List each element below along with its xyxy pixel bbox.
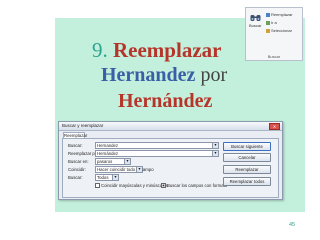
ribbon-find-group: Buscar Reemplazar Ir a Seleccionar Busca…: [245, 7, 303, 61]
chevron-down-icon[interactable]: ▼: [212, 143, 218, 148]
ribbon-goto-button[interactable]: Ir a: [266, 20, 277, 26]
replace-button[interactable]: Reemplazar: [223, 165, 271, 174]
arrow-right-icon: [266, 20, 270, 25]
find-next-button[interactable]: Buscar siguiente: [223, 142, 271, 151]
match-select[interactable]: Hacer coincidir todo el campo ▼: [95, 166, 154, 173]
ribbon-group-label: Buscar: [267, 54, 281, 59]
match-label: Coincidir:: [68, 167, 86, 172]
find-input[interactable]: Hernandez ▼: [95, 142, 219, 149]
page-number: 45: [289, 222, 296, 228]
dialog-titlebar[interactable]: Buscar y reemplazar ✕: [59, 122, 282, 131]
replace-all-button[interactable]: Reemplazar todos: [223, 177, 271, 186]
checkbox-box[interactable]: [161, 183, 166, 189]
replace-icon: [266, 12, 270, 17]
heading-old-name: Hernandez: [101, 64, 196, 86]
find-replace-dialog: Buscar y reemplazar ✕ Reemplazar Buscar:…: [58, 121, 283, 200]
chevron-down-icon[interactable]: ▼: [136, 167, 142, 172]
ribbon-find-button[interactable]: Buscar: [249, 13, 263, 28]
heading-line-2: Hernandez por: [101, 64, 227, 87]
dialog-title: Buscar y reemplazar: [62, 123, 104, 128]
ribbon-replace-button[interactable]: Reemplazar: [266, 12, 293, 18]
search-label: Buscar:: [68, 175, 83, 180]
search-value: Todos: [97, 175, 109, 180]
ribbon-find-label: Buscar: [249, 23, 262, 28]
look-in-select[interactable]: pasaros ▼: [95, 158, 131, 165]
match-case-checkbox[interactable]: Coincidir mayúsculas y minúsculas: [95, 183, 168, 189]
match-value: Hacer coincidir todo el campo: [97, 167, 154, 172]
find-label: Buscar:: [68, 143, 83, 148]
replace-with-value: Hernández: [97, 151, 119, 156]
look-in-value: pasaros: [97, 159, 113, 164]
replace-with-input[interactable]: Hernández ▼: [95, 150, 219, 157]
look-in-label: Buscar en:: [68, 159, 89, 164]
ribbon-goto-label: Ir a: [271, 20, 277, 25]
heading-number: 9.: [92, 38, 108, 62]
ribbon-select-label: Seleccionar: [271, 28, 292, 33]
replace-pane: Buscar: Hernandez ▼ Reemplazar por: Hern…: [62, 138, 279, 198]
search-select[interactable]: Todos ▼: [95, 174, 119, 181]
binoculars-icon: [250, 15, 261, 21]
search-format-label: Buscar los campos con formato: [167, 183, 228, 188]
heading-new-name: Hernández: [118, 90, 213, 112]
ribbon-replace-label: Reemplazar: [271, 12, 293, 17]
chevron-down-icon[interactable]: ▼: [112, 175, 118, 180]
search-format-checkbox[interactable]: Buscar los campos con formato: [161, 183, 228, 189]
chevron-down-icon[interactable]: ▼: [212, 151, 218, 156]
close-icon[interactable]: ✕: [269, 123, 280, 130]
cursor-icon: [266, 28, 270, 33]
heading-line-1: 9. Reemplazar: [92, 38, 221, 63]
find-value: Hernandez: [97, 143, 119, 148]
ribbon-select-button[interactable]: Seleccionar: [266, 28, 292, 34]
heading-verb: Reemplazar: [113, 38, 222, 62]
chevron-down-icon[interactable]: ▼: [124, 159, 130, 164]
heading-connector: por: [200, 64, 228, 86]
checkbox-box[interactable]: [95, 183, 100, 189]
match-case-label: Coincidir mayúsculas y minúsculas: [101, 183, 168, 188]
cancel-button[interactable]: Cancelar: [223, 153, 271, 162]
slide: 9. Reemplazar Hernandez por Hernández Bu…: [0, 0, 320, 240]
